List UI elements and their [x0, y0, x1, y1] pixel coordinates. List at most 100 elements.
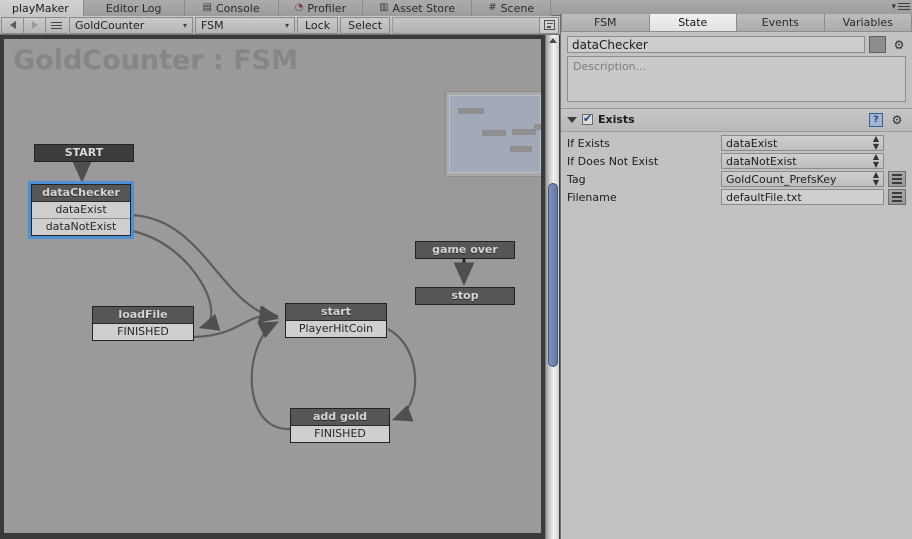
- state-node-event[interactable]: dataNotExist: [32, 219, 130, 235]
- window-tab-label: Console: [215, 1, 260, 15]
- state-description-textarea[interactable]: Description...: [567, 56, 906, 102]
- minimap-node-block: [458, 108, 484, 114]
- description-placeholder: Description...: [573, 60, 647, 73]
- action-header-exists[interactable]: Exists ? ⚙: [561, 108, 912, 132]
- tab-label: Variables: [842, 16, 893, 29]
- tab-state[interactable]: State: [649, 14, 737, 31]
- minimap-node-block: [534, 124, 541, 130]
- triangle-down-icon[interactable]: [567, 116, 577, 123]
- window-context-menu-button[interactable]: ▾: [891, 1, 910, 12]
- scrollbar-thumb[interactable]: [548, 183, 558, 367]
- fsm-selector-dropdown[interactable]: FSM ▾: [195, 16, 295, 34]
- window-tab-label: playMaker: [12, 1, 69, 15]
- state-name-input[interactable]: dataChecker: [567, 36, 865, 53]
- state-node-loadfile[interactable]: loadFile FINISHED: [92, 306, 194, 341]
- updown-arrows-icon: ▲ ▼: [872, 170, 879, 187]
- state-node-title: loadFile: [93, 307, 193, 324]
- window-tab-label: Editor Log: [105, 1, 162, 15]
- tab-fsm[interactable]: FSM: [561, 14, 650, 31]
- state-node-datachecker[interactable]: dataChecker dataExist dataNotExist: [28, 181, 134, 239]
- state-node-event[interactable]: FINISHED: [93, 324, 193, 340]
- gear-icon: ⚙: [893, 37, 905, 52]
- tab-label: FSM: [593, 16, 617, 29]
- action-field-value: defaultFile.txt: [726, 190, 802, 204]
- action-settings-gear-button[interactable]: ⚙: [888, 111, 906, 128]
- state-node-event[interactable]: PlayerHitCoin: [286, 321, 386, 337]
- tabstrip-filler: [551, 0, 912, 15]
- action-field-dropdown[interactable]: GoldCount_PrefsKey ▲ ▼: [721, 171, 884, 187]
- state-node-title: add gold: [291, 409, 389, 426]
- state-node-title: game over: [416, 242, 514, 258]
- state-name-value: dataChecker: [572, 37, 648, 52]
- state-name-row: dataChecker ⚙: [561, 32, 912, 56]
- profiler-icon: ◔: [294, 2, 304, 13]
- state-node-title: START: [35, 145, 133, 161]
- state-node-stop[interactable]: stop: [415, 287, 515, 305]
- state-node-event[interactable]: dataExist: [32, 202, 130, 219]
- fsm-minimap[interactable]: [445, 91, 541, 177]
- updown-arrows-icon: ▲ ▼: [872, 152, 879, 169]
- fsm-owner-dropdown[interactable]: GoldCounter ▾: [69, 16, 193, 34]
- action-field-dropdown[interactable]: dataNotExist ▲ ▼: [721, 153, 884, 169]
- window-tab-profiler[interactable]: ◔ Profiler: [278, 0, 364, 16]
- window-tab-editor-log[interactable]: Editor Log: [83, 0, 185, 16]
- state-inspector-panel: FSM State Events Variables dataChecker ⚙…: [560, 14, 912, 539]
- panel-layout-icon: [543, 20, 555, 30]
- history-back-button[interactable]: [1, 16, 23, 34]
- lock-button[interactable]: Lock: [297, 16, 339, 34]
- graph-vertical-scrollbar[interactable]: [545, 35, 559, 539]
- updown-arrows-icon: ▲ ▼: [872, 134, 879, 151]
- field-options-button[interactable]: [888, 171, 906, 187]
- history-forward-button[interactable]: [23, 16, 45, 34]
- window-tab-scene[interactable]: # Scene: [472, 0, 552, 16]
- asset-store-icon: ▥: [379, 2, 389, 13]
- playmaker-menu-button[interactable]: [45, 16, 67, 34]
- state-node-start[interactable]: start PlayerHitCoin: [285, 303, 387, 338]
- minimap-node-block: [512, 129, 536, 135]
- action-field-label: Tag: [567, 172, 586, 186]
- chevron-down-icon: ▾: [182, 20, 187, 30]
- state-node-addgold[interactable]: add gold FINISHED: [290, 408, 390, 443]
- playmaker-fsm-editor-window: playMaker Editor Log ▤ Console ◔ Profile…: [0, 0, 912, 539]
- select-button[interactable]: Select: [340, 16, 391, 34]
- toolbar-filler: [392, 16, 539, 34]
- tab-events[interactable]: Events: [737, 14, 825, 31]
- action-field-input[interactable]: defaultFile.txt: [721, 189, 884, 205]
- fsm-graph-canvas[interactable]: GoldCounter : FSM START dataChecker data…: [4, 39, 541, 533]
- action-field-dropdown[interactable]: dataExist ▲ ▼: [721, 135, 884, 151]
- action-title: Exists: [598, 113, 635, 126]
- action-field-value: dataExist: [726, 136, 778, 150]
- scroll-up-arrow-icon[interactable]: [549, 38, 557, 43]
- state-node-gameover[interactable]: game over: [415, 241, 515, 259]
- checkbox-checked-icon[interactable]: [582, 112, 593, 125]
- window-tab-playmaker[interactable]: playMaker: [0, 0, 84, 16]
- field-options-button[interactable]: [888, 189, 906, 205]
- help-book-icon[interactable]: ?: [869, 112, 883, 127]
- hamburger-icon: [898, 1, 910, 12]
- action-field-row: Filename defaultFile.txt: [561, 188, 912, 206]
- action-field-value: GoldCount_PrefsKey: [726, 172, 837, 186]
- select-label: Select: [348, 18, 383, 32]
- action-field-label: If Does Not Exist: [567, 154, 659, 168]
- start-event-node[interactable]: START: [34, 144, 134, 162]
- window-tab-console[interactable]: ▤ Console: [184, 0, 279, 16]
- state-node-event[interactable]: FINISHED: [291, 426, 389, 442]
- action-field-value: dataNotExist: [726, 154, 797, 168]
- action-field-label: If Exists: [567, 136, 610, 150]
- state-color-swatch[interactable]: [869, 36, 886, 53]
- arrow-right-icon: [31, 21, 38, 29]
- tab-label: State: [678, 16, 708, 29]
- state-node-title: stop: [416, 288, 514, 304]
- tab-variables[interactable]: Variables: [824, 14, 912, 31]
- fsm-minimap-viewport: [449, 95, 541, 173]
- state-node-title: dataChecker: [32, 185, 130, 202]
- panel-layout-toggle-button[interactable]: [539, 16, 559, 34]
- window-tab-asset-store[interactable]: ▥ Asset Store: [363, 0, 473, 16]
- fsm-owner-label: GoldCounter: [75, 18, 145, 32]
- action-field-row: Tag GoldCount_PrefsKey ▲ ▼: [561, 170, 912, 188]
- fsm-graph-title: GoldCounter : FSM: [13, 45, 298, 76]
- state-node-title: start: [286, 304, 386, 321]
- inspector-tabs: FSM State Events Variables: [561, 14, 912, 32]
- state-settings-gear-button[interactable]: ⚙: [890, 36, 908, 53]
- window-tab-label: Profiler: [307, 1, 347, 15]
